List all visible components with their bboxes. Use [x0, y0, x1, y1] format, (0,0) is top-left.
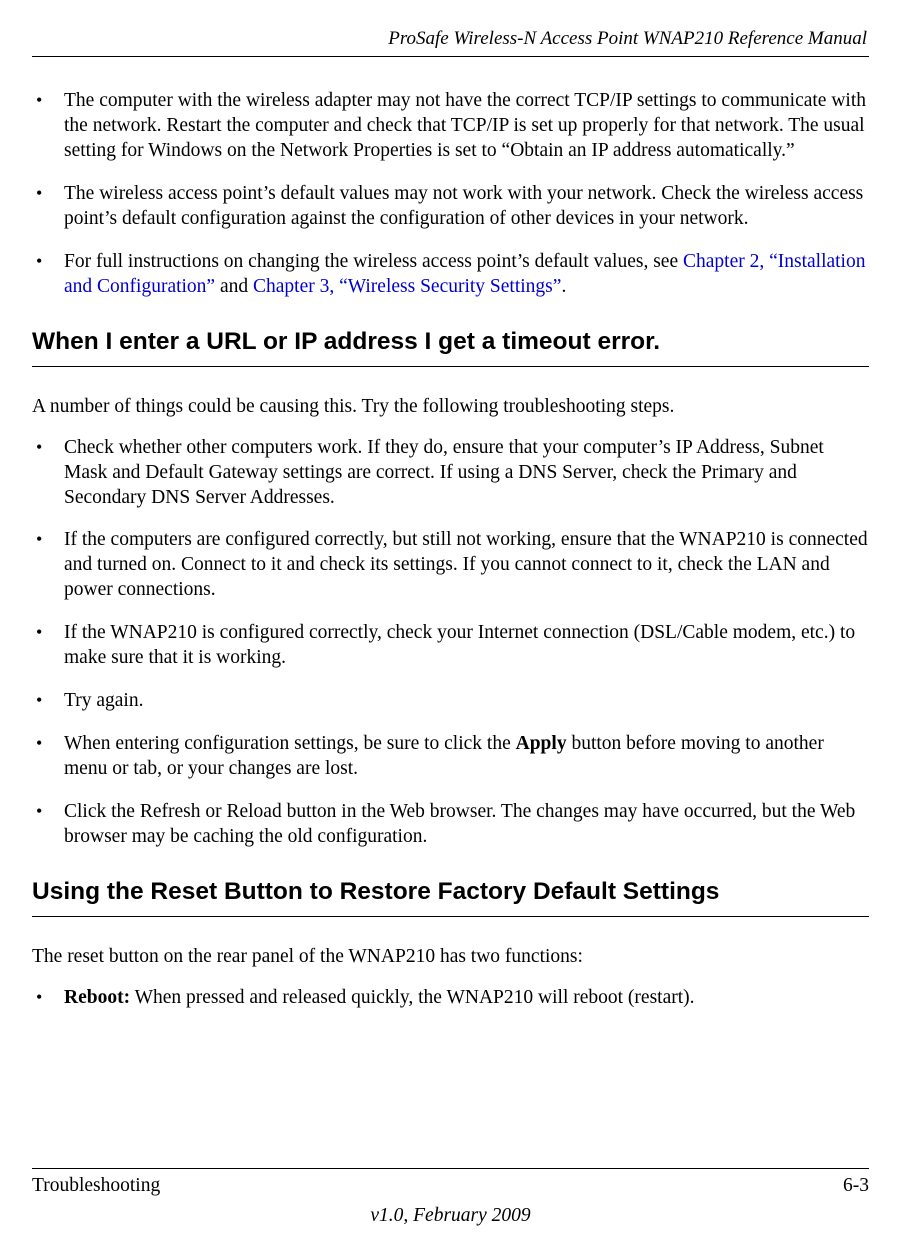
- footer-rule: [32, 1168, 869, 1169]
- page-footer: Troubleshooting 6-3 v1.0, February 2009: [32, 1168, 869, 1227]
- footer-section-name: Troubleshooting: [32, 1175, 160, 1197]
- page-header-title: ProSafe Wireless-N Access Point WNAP210 …: [32, 28, 869, 50]
- footer-page-number: 6-3: [843, 1175, 869, 1197]
- list-item: If the computers are configured correctl…: [32, 528, 869, 603]
- list-item: Reboot: When pressed and released quickl…: [32, 986, 869, 1011]
- top-bullet-list: The computer with the wireless adapter m…: [32, 89, 869, 300]
- list-item-text: .: [561, 276, 566, 297]
- list-item: Check whether other computers work. If t…: [32, 436, 869, 511]
- list-item: Try again.: [32, 689, 869, 714]
- section1-bullet-list: Check whether other computers work. If t…: [32, 436, 869, 850]
- footer-version: v1.0, February 2009: [32, 1205, 869, 1227]
- list-item: When entering configuration settings, be…: [32, 732, 869, 782]
- list-item-text: For full instructions on changing the wi…: [64, 251, 683, 272]
- section-rule: [32, 366, 869, 367]
- apply-label: Apply: [516, 733, 567, 754]
- section-heading-reset: Using the Reset Button to Restore Factor…: [32, 878, 869, 906]
- section2-intro: The reset button on the rear panel of th…: [32, 945, 869, 970]
- list-item: For full instructions on changing the wi…: [32, 250, 869, 300]
- section-heading-timeout: When I enter a URL or IP address I get a…: [32, 328, 869, 356]
- list-item: The computer with the wireless adapter m…: [32, 89, 869, 164]
- list-item-text: When pressed and released quickly, the W…: [130, 987, 694, 1008]
- list-item: If the WNAP210 is configured correctly, …: [32, 621, 869, 671]
- list-item: The wireless access point’s default valu…: [32, 182, 869, 232]
- section2-bullet-list: Reboot: When pressed and released quickl…: [32, 986, 869, 1011]
- chapter-3-link[interactable]: Chapter 3, “Wireless Security Settings”: [253, 276, 561, 297]
- header-rule: [32, 56, 869, 57]
- list-item: Click the Refresh or Reload button in th…: [32, 800, 869, 850]
- section-intro: A number of things could be causing this…: [32, 395, 869, 420]
- list-item-text: and: [215, 276, 253, 297]
- reboot-label: Reboot:: [64, 987, 130, 1008]
- section-rule: [32, 916, 869, 917]
- list-item-text: When entering configuration settings, be…: [64, 733, 516, 754]
